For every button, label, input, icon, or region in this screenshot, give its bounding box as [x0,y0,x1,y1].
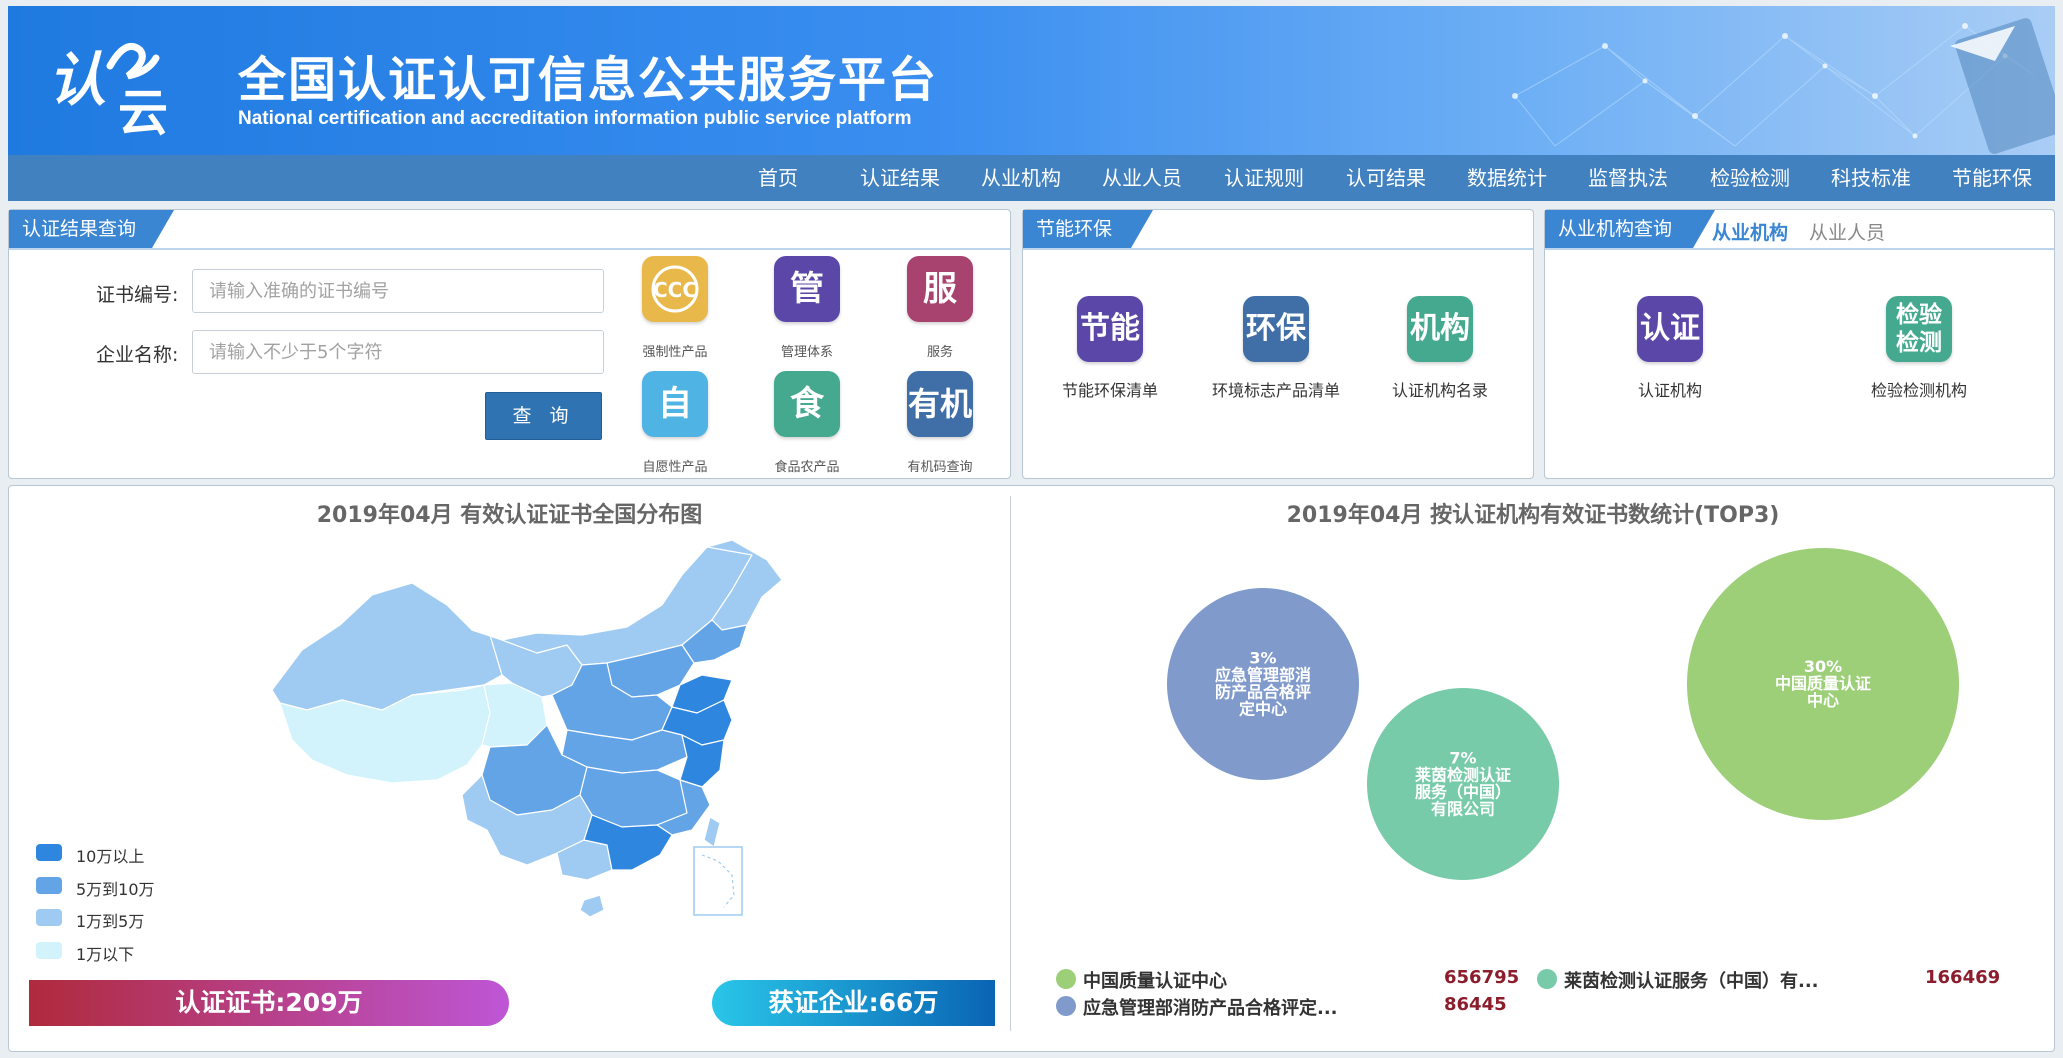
legend-swatch-level-2 [36,877,62,894]
panel-divider [9,248,1010,250]
legend-label-level-4: 1万以下 [76,945,135,964]
svg-text:认: 认 [48,46,106,114]
nav-statistics[interactable]: 数据统计 [1467,155,1547,201]
subtab-personnel[interactable]: 从业人员 [1809,218,1885,245]
tile-caption: 强制性产品 [642,345,708,360]
legend-label-level-2: 5万到10万 [76,880,155,899]
nav-cert-results[interactable]: 认证结果 [860,155,940,201]
energy-saving-icon[interactable]: 节能 [1077,296,1143,362]
food-icon[interactable]: 食 [774,371,840,437]
nav-home[interactable]: 首页 [758,155,798,201]
legend-value-cqc: 656795 [1444,967,1520,988]
cert-no-label: 证书编号: [96,284,179,306]
management-icon[interactable]: 管 [774,256,840,322]
legend-name-fire: 应急管理部消防产品合格评定... [1083,998,1338,1019]
bubble-name-label: 定中心 [1238,700,1287,719]
inspection-org-icon[interactable]: 检验 检测 [1886,296,1952,362]
ccc-circle-icon: CCC [651,265,699,313]
panel-divider [1545,248,2054,250]
tile-caption: 认证机构 [1637,381,1702,400]
svg-text:云: 云 [118,83,168,138]
energy-tab[interactable]: 节能环保 [1023,210,1153,248]
china-map [271,539,782,918]
legend-swatch-level-1 [36,844,62,861]
tile-caption: 服务 [926,345,953,360]
panel-divider [1023,248,1533,250]
nav-supervision[interactable]: 监督执法 [1588,155,1668,201]
legend-label-level-3: 1万到5万 [76,912,145,931]
service-icon[interactable]: 服 [907,256,973,322]
voluntary-icon[interactable]: 自 [642,371,708,437]
tile-caption: 食品农产品 [774,460,840,475]
ccc-mark-icon[interactable]: CCC [642,256,708,322]
legend-dot-tuv [1537,969,1557,989]
renyun-logo-icon: 认 云 [48,43,168,142]
legend-dot-cqc [1056,969,1076,989]
legend-dot-fire [1056,996,1076,1016]
nav-standards[interactable]: 科技标准 [1831,155,1911,201]
tile-caption: 检验检测机构 [1870,381,1967,400]
legend-name-tuv: 莱茵检测认证服务（中国）有... [1564,971,1819,992]
svg-text:CCC: CCC [653,278,697,302]
nav-accreditation-results[interactable]: 认可结果 [1346,155,1426,201]
org-query-panel: 从业机构查询 [1544,209,2055,479]
bubble-chart: 30%中国质量认证中心 7%莱茵检测认证服务（中国）有限公司3%应急管理部消防产品… [1167,548,1959,880]
legend-swatch-level-3 [36,909,62,926]
legend-swatch-level-4 [36,942,62,959]
tile-caption: 环境标志产品清单 [1211,381,1340,400]
bubble-0[interactable]: 30%中国质量认证中心 [1687,548,1959,820]
company-total-bar: 获证企业:66万 [712,980,995,1026]
company-input[interactable] [192,330,604,374]
subtab-institutions[interactable]: 从业机构 [1712,218,1788,245]
map-region [703,816,721,848]
query-button[interactable]: 查 询 [485,392,602,440]
nav-inspection[interactable]: 检验检测 [1710,155,1790,201]
legend-value-fire: 86445 [1444,994,1507,1015]
nav-personnel[interactable]: 从业人员 [1102,155,1182,201]
bubble-chart-title: 2019年04月 按认证机构有效证书数统计(TOP3) [1286,503,1780,528]
cert-query-tab[interactable]: 认证结果查询 [9,210,174,248]
logo[interactable]: 认 云 [48,28,198,142]
environment-icon[interactable]: 环保 [1243,296,1309,362]
cert-total-bar: 认证证书:209万 [29,980,509,1026]
company-label: 企业名称: [96,344,179,366]
nav-energy[interactable]: 节能环保 [1952,155,2032,201]
network-decoration [1512,18,2055,154]
bubble-2[interactable]: 3%应急管理部消防产品合格评定中心 [1167,588,1359,780]
bubble-name-label: 有限公司 [1431,800,1495,819]
tile-caption: 有机码查询 [907,460,973,475]
organic-icon[interactable]: 有机 [907,371,973,437]
legend-label-level-1: 10万以上 [76,847,145,866]
bubble-1[interactable]: 7%莱茵检测认证服务（中国）有限公司 [1367,688,1559,880]
south-china-sea-inset [693,846,743,916]
legend-value-tuv: 166469 [1925,967,2001,988]
map-title: 2019年04月 有效认证证书全国分布图 [316,503,703,528]
tile-caption: 管理体系 [780,345,833,360]
nav-cert-rules[interactable]: 认证规则 [1224,155,1304,201]
certification-org-icon[interactable]: 认证 [1637,296,1703,362]
institution-icon[interactable]: 机构 [1407,296,1473,362]
tile-caption: 认证机构名录 [1391,381,1488,400]
site-subtitle-en: National certification and accreditation… [238,108,912,129]
tile-caption: 节能环保清单 [1061,381,1158,400]
map-region [579,894,605,918]
bubble-name-label: 中心 [1807,691,1839,710]
org-query-tab[interactable]: 从业机构查询 [1545,210,1715,248]
tile-caption: 自愿性产品 [642,460,708,475]
nav-institutions[interactable]: 从业机构 [981,155,1061,201]
cert-no-input[interactable] [192,269,604,313]
legend-name-cqc: 中国质量认证中心 [1083,971,1227,992]
main-nav: 首页 认证结果 从业机构 从业人员 认证规则 认可结果 数据统计 监督执法 检验… [8,155,2055,201]
header-banner: 认 云 全国认证认可信息公共服务平台 National certificatio… [8,6,2055,155]
site-title: 全国认证认可信息公共服务平台 [238,52,939,108]
